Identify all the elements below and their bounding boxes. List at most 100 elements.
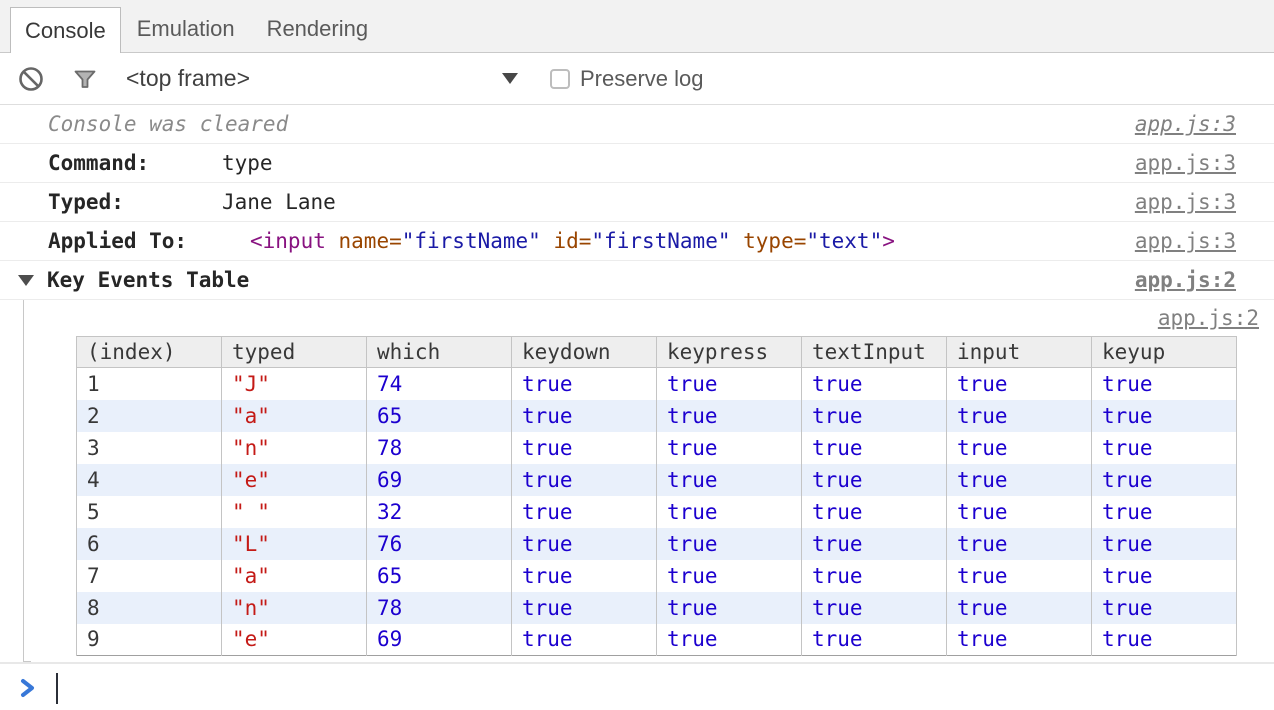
source-link[interactable]: app.js:3 xyxy=(1135,151,1236,175)
table-cell: true xyxy=(802,464,947,496)
table-cell: "J" xyxy=(222,368,367,400)
funnel-icon xyxy=(72,66,98,92)
key-events-table: (index)typedwhichkeydownkeypresstextInpu… xyxy=(76,336,1237,656)
clear-console-button[interactable] xyxy=(18,66,44,92)
table-cell: true xyxy=(1092,592,1237,624)
table-row: 5" "32truetruetruetruetrue xyxy=(77,496,1237,528)
column-header: keydown xyxy=(512,337,657,368)
table-cell: true xyxy=(512,368,657,400)
table-cell: true xyxy=(802,400,947,432)
element-token-attr: name= xyxy=(339,229,402,253)
table-cell: true xyxy=(512,464,657,496)
table-cell: true xyxy=(802,432,947,464)
table-cell: true xyxy=(512,400,657,432)
table-cell: true xyxy=(802,368,947,400)
table-cell: 4 xyxy=(77,464,222,496)
column-header: typed xyxy=(222,337,367,368)
log-row-typed: Typed: Jane Lane app.js:3 xyxy=(0,183,1274,222)
tab-rendering[interactable]: Rendering xyxy=(251,6,385,52)
log-row-key-events-group[interactable]: Key Events Table app.js:2 xyxy=(0,261,1274,300)
table-cell: true xyxy=(512,496,657,528)
table-row: 1"J"74truetruetruetruetrue xyxy=(77,368,1237,400)
table-cell: true xyxy=(657,592,802,624)
chevron-right-icon xyxy=(17,675,39,701)
table-cell: true xyxy=(657,368,802,400)
table-row: 6"L"76truetruetruetruetrue xyxy=(77,528,1237,560)
table-row: 9"e"69truetruetruetruetrue xyxy=(77,624,1237,656)
element-token-attr: id= xyxy=(553,229,591,253)
element-token-tag: > xyxy=(882,229,895,253)
table-row: 4"e"69truetruetruetruetrue xyxy=(77,464,1237,496)
devtools-tab-bar: Console Emulation Rendering xyxy=(0,0,1274,53)
table-header-row: (index)typedwhichkeydownkeypresstextInpu… xyxy=(77,337,1237,368)
column-header: keyup xyxy=(1092,337,1237,368)
table-cell: true xyxy=(657,400,802,432)
frame-context-selector[interactable]: <top frame> xyxy=(126,65,518,92)
log-row-applied-to: Applied To: <input name="firstName" id="… xyxy=(0,222,1274,261)
table-row: 8"n"78truetruetruetruetrue xyxy=(77,592,1237,624)
table-cell: true xyxy=(512,560,657,592)
source-link[interactable]: app.js:3 xyxy=(1135,190,1236,214)
table-cell: 78 xyxy=(367,432,512,464)
text-cursor xyxy=(56,673,58,704)
table-cell: true xyxy=(802,496,947,528)
console-output: Console was cleared app.js:3 Command: ty… xyxy=(0,105,1274,710)
table-cell: true xyxy=(657,560,802,592)
source-link[interactable]: app.js:3 xyxy=(1135,112,1236,136)
table-cell: true xyxy=(802,528,947,560)
table-cell: true xyxy=(947,560,1092,592)
key-events-table-wrapper: (index)typedwhichkeydownkeypresstextInpu… xyxy=(76,336,1274,656)
source-link[interactable]: app.js:2 xyxy=(1158,306,1259,330)
table-cell: true xyxy=(1092,560,1237,592)
table-cell: true xyxy=(802,560,947,592)
table-cell: "a" xyxy=(222,400,367,432)
preserve-log-checkbox[interactable] xyxy=(550,69,570,89)
frame-selector-value: <top frame> xyxy=(126,65,250,92)
console-toolbar: <top frame> Preserve log xyxy=(0,53,1274,105)
table-cell: true xyxy=(947,624,1092,656)
ban-circle-icon xyxy=(18,66,44,92)
column-header: which xyxy=(367,337,512,368)
table-cell: "a" xyxy=(222,560,367,592)
element-token-plain xyxy=(541,229,554,253)
table-cell: "n" xyxy=(222,432,367,464)
table-cell: 65 xyxy=(367,400,512,432)
table-cell: true xyxy=(657,624,802,656)
table-cell: 5 xyxy=(77,496,222,528)
disclosure-triangle-icon[interactable] xyxy=(18,275,34,286)
table-cell: true xyxy=(657,464,802,496)
html-element-preview[interactable]: <input name="firstName" id="firstName" t… xyxy=(250,229,895,253)
table-cell: 9 xyxy=(77,624,222,656)
command-label: Command: xyxy=(48,151,222,175)
element-token-tag: <input xyxy=(250,229,339,253)
table-cell: true xyxy=(1092,464,1237,496)
console-prompt[interactable] xyxy=(0,662,1274,710)
column-header: input xyxy=(947,337,1092,368)
log-row-console-cleared: Console was cleared app.js:3 xyxy=(0,105,1274,144)
command-value: type xyxy=(222,151,273,175)
log-row-command: Command: type app.js:3 xyxy=(0,144,1274,183)
tab-emulation[interactable]: Emulation xyxy=(121,6,251,52)
tab-console[interactable]: Console xyxy=(10,7,121,53)
source-link[interactable]: app.js:3 xyxy=(1135,229,1236,253)
table-cell: true xyxy=(512,592,657,624)
group-title: Key Events Table xyxy=(47,268,249,292)
table-cell: true xyxy=(802,624,947,656)
log-row-table-source: app.js:2 xyxy=(24,300,1274,335)
table-cell: 7 xyxy=(77,560,222,592)
table-cell: true xyxy=(947,400,1092,432)
table-cell: true xyxy=(947,496,1092,528)
table-cell: true xyxy=(1092,368,1237,400)
table-cell: true xyxy=(512,528,657,560)
applied-to-label: Applied To: xyxy=(48,229,250,253)
table-cell: true xyxy=(947,464,1092,496)
element-token-attr: type= xyxy=(743,229,806,253)
table-cell: "n" xyxy=(222,592,367,624)
table-row: 3"n"78truetruetruetruetrue xyxy=(77,432,1237,464)
table-cell: true xyxy=(512,624,657,656)
table-row: 2"a"65truetruetruetruetrue xyxy=(77,400,1237,432)
filter-button[interactable] xyxy=(72,66,98,92)
table-cell: 78 xyxy=(367,592,512,624)
source-link[interactable]: app.js:2 xyxy=(1135,268,1236,292)
table-cell: true xyxy=(1092,624,1237,656)
